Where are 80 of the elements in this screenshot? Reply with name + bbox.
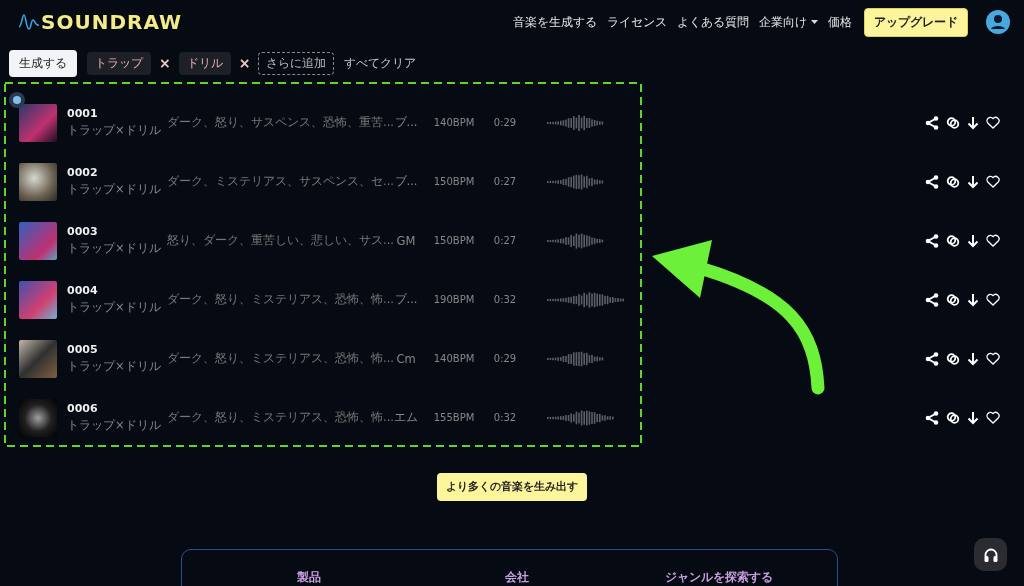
download-icon[interactable] [967, 115, 979, 130]
upgrade-button[interactable]: アップグレード [864, 7, 968, 37]
track-length: 0:27 [492, 176, 518, 187]
nav-link[interactable]: ライセンス [607, 14, 667, 30]
heart-icon[interactable] [986, 352, 1000, 365]
track-bpm: 140BPM [432, 353, 476, 364]
share-icon[interactable] [925, 292, 939, 307]
nav-link[interactable]: 企業向け [759, 14, 818, 30]
share-icon[interactable] [925, 174, 939, 189]
track-genre: トラップ×ドリル [67, 241, 162, 256]
heart-icon[interactable] [986, 293, 1000, 306]
download-icon[interactable] [967, 174, 979, 189]
clear-all-button[interactable]: すべてクリア [340, 54, 421, 72]
photo-placeholder[interactable] [19, 221, 57, 260]
track-number[interactable]: 0006 [67, 402, 167, 415]
track-genre: トラップ×ドリル [67, 123, 162, 138]
share-icon[interactable] [925, 410, 939, 425]
waveform-drawing [547, 349, 605, 368]
track-number[interactable]: 0002 [67, 166, 167, 179]
footer-heading: ジャンルを探索する [665, 570, 773, 585]
photo-placeholder[interactable] [19, 280, 57, 319]
heart-icon[interactable] [986, 116, 1000, 129]
link-icon[interactable] [946, 233, 960, 248]
genre-chip[interactable]: ドリル [178, 51, 231, 75]
share-icon[interactable] [925, 351, 939, 366]
photo-placeholder[interactable] [19, 162, 57, 201]
logo-wave-icon [18, 12, 40, 32]
track-number[interactable]: 0005 [67, 343, 167, 356]
remove-chip-button[interactable]: × [236, 55, 253, 71]
avatar-icon[interactable] [986, 10, 1010, 34]
add-more-button[interactable]: さらに追加 [258, 51, 335, 75]
footer-heading: 会社 [505, 570, 529, 585]
track-genre: トラップ×ドリル [67, 300, 162, 315]
photo-placeholder[interactable] [19, 339, 57, 378]
waveform-drawing [547, 231, 605, 250]
track-length: 0:32 [492, 294, 518, 305]
track-length: 0:29 [492, 117, 518, 128]
track-bpm: 140BPM [432, 117, 476, 128]
track-number[interactable]: 0003 [67, 225, 167, 238]
genre-chip[interactable]: トラップ [87, 51, 151, 75]
track-genre: トラップ×ドリル [67, 359, 162, 374]
track-length: 0:27 [492, 235, 518, 246]
download-icon[interactable] [967, 410, 979, 425]
waveform-drawing [547, 408, 615, 427]
waveform-drawing [547, 113, 605, 132]
logo-text[interactable]: SOUNDRAW [41, 10, 183, 34]
share-icon[interactable] [925, 233, 939, 248]
track-length: 0:32 [492, 412, 518, 423]
track-number[interactable]: 0004 [67, 284, 167, 297]
track-bpm: 190BPM [432, 294, 476, 305]
track-bpm: 155BPM [432, 412, 476, 423]
remove-chip-button[interactable]: × [157, 55, 173, 71]
link-icon[interactable] [946, 410, 960, 425]
link-icon[interactable] [946, 351, 960, 366]
link-icon[interactable] [946, 292, 960, 307]
track-length: 0:29 [492, 353, 518, 364]
generate-button[interactable]: 生成する [9, 49, 77, 77]
load-more-button[interactable]: より多くの音楽を生み出す [437, 473, 587, 501]
heart-icon[interactable] [986, 234, 1000, 247]
waveform-drawing [547, 172, 605, 191]
caret-icon [811, 20, 818, 24]
nav-link[interactable]: 音楽を生成する [513, 14, 597, 30]
share-icon[interactable] [925, 115, 939, 130]
link-icon[interactable] [946, 115, 960, 130]
track-genre: トラップ×ドリル [67, 182, 162, 197]
link-icon[interactable] [946, 174, 960, 189]
heart-icon[interactable] [986, 411, 1000, 424]
photo-placeholder[interactable] [19, 398, 57, 437]
nav-link[interactable]: 価格 [828, 14, 852, 30]
track-bpm: 150BPM [432, 235, 476, 246]
track-number[interactable]: 0001 [67, 107, 167, 120]
download-icon[interactable] [967, 351, 979, 366]
download-icon[interactable] [967, 233, 979, 248]
download-icon[interactable] [967, 292, 979, 307]
nav-link[interactable]: よくある質問 [677, 14, 749, 30]
track-genre: トラップ×ドリル [67, 418, 162, 433]
heart-icon[interactable] [986, 175, 1000, 188]
footer-heading: 製品 [297, 570, 321, 585]
headset-icon[interactable] [974, 538, 1007, 571]
track-bpm: 150BPM [432, 176, 476, 187]
